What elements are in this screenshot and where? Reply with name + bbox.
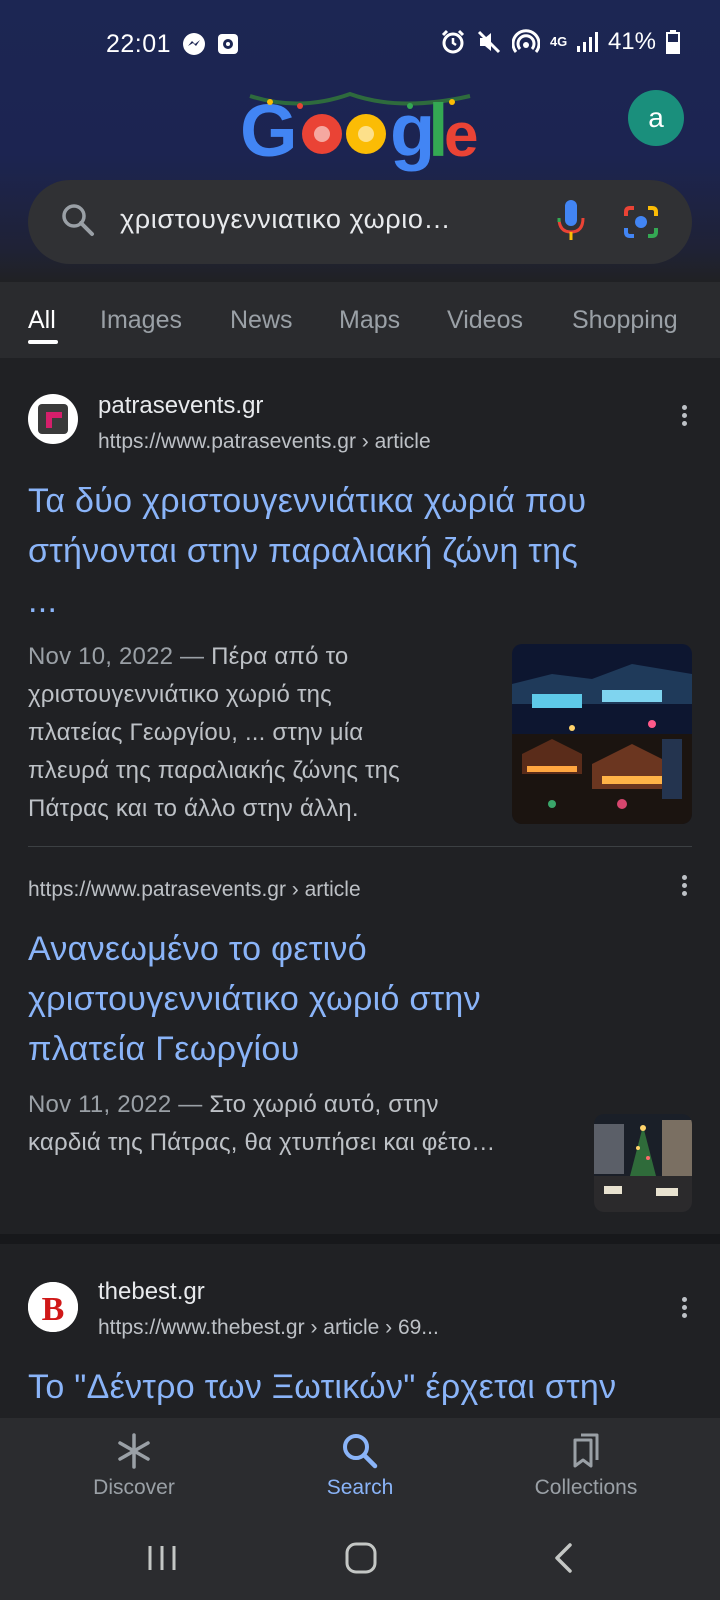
search-icon[interactable] [60,202,96,243]
result-title[interactable]: Ανανεωμένο το φετινό χριστουγεννιάτικο χ… [28,924,692,1074]
messenger-icon [182,32,206,61]
status-bar: 22:01 4G 41% [0,0,720,92]
result-divider [28,846,692,847]
result-group-patrasevents: patrasevents.gr https://www.patrasevents… [0,358,720,1238]
mic-icon[interactable] [556,198,586,249]
site-url[interactable]: https://www.patrasevents.gr › article [28,878,361,902]
system-navigation-bar [0,1518,720,1600]
search-icon [260,1432,460,1470]
nav-collections[interactable]: Collections [486,1432,686,1500]
home-icon[interactable] [344,1542,378,1579]
result-group-thebest: B thebest.gr https://www.thebest.gr › ar… [0,1244,720,1418]
asterisk-icon [34,1432,234,1470]
tab-videos[interactable]: Videos [447,306,523,335]
svg-text:B: B [42,1291,65,1328]
active-tab-indicator [28,340,58,344]
more-options-icon[interactable] [672,1294,696,1324]
result-snippet: Nov 10, 2022 — Πέρα από το χριστουγεννιά… [28,643,400,822]
search-tabs: All Images News Maps Videos Shopping [0,282,720,358]
account-avatar[interactable]: a [628,90,684,146]
section-separator [0,1234,720,1244]
bookmarks-icon [486,1432,686,1470]
battery-icon [666,30,680,54]
tab-images[interactable]: Images [100,306,182,335]
site-favicon[interactable]: B [28,1282,78,1332]
tab-news[interactable]: News [230,306,293,335]
more-options-icon[interactable] [672,872,696,902]
bottom-navigation: Discover Search Collections [0,1418,720,1518]
nav-search[interactable]: Search [260,1432,460,1500]
result-thumbnail[interactable] [512,644,692,824]
back-icon[interactable] [552,1542,576,1579]
screen-record-icon [216,32,240,61]
google-lens-icon[interactable] [622,204,660,245]
svg-text:e: e [444,101,478,170]
site-name[interactable]: thebest.gr [98,1278,205,1306]
search-bar[interactable]: χριστουγεννιατικο χωριο… [28,180,692,264]
network-type: 4G [549,34,568,49]
result-date: Nov 11, 2022 — [28,1091,203,1118]
hotspot-icon [511,29,540,55]
site-favicon[interactable] [28,394,78,444]
site-url[interactable]: https://www.thebest.gr › article › 69... [98,1316,439,1340]
search-input[interactable]: χριστουγεννιατικο χωριο… [120,204,540,235]
result-date: Nov 10, 2022 — [28,643,205,670]
status-time: 22:01 [106,30,172,58]
result-title[interactable]: Το "Δέντρο των Ξωτικών" έρχεται στην [28,1362,692,1412]
battery-percent: 41% [607,28,656,55]
recent-apps-icon[interactable] [146,1542,178,1579]
result-thumbnail[interactable] [594,1114,692,1212]
header: 22:01 4G 41% G g l e a χριστουγεννιατικο… [0,0,720,282]
site-name[interactable]: patrasevents.gr [98,392,263,420]
mute-icon [476,29,502,55]
tab-all[interactable]: All [28,306,56,335]
more-options-icon[interactable] [672,402,696,432]
tab-shopping[interactable]: Shopping [572,306,678,335]
google-logo[interactable]: G g l e [240,84,480,174]
tab-maps[interactable]: Maps [339,306,400,335]
result-snippet: Nov 11, 2022 — Στο χωριό αυτό, στην καρδ… [28,1091,496,1156]
site-url[interactable]: https://www.patrasevents.gr › article [98,430,431,454]
signal-icon [576,31,598,53]
result-title[interactable]: Τα δύο χριστουγεννιάτικα χωριά που στήνο… [28,476,692,626]
alarm-icon [440,29,466,55]
nav-discover[interactable]: Discover [34,1432,234,1500]
